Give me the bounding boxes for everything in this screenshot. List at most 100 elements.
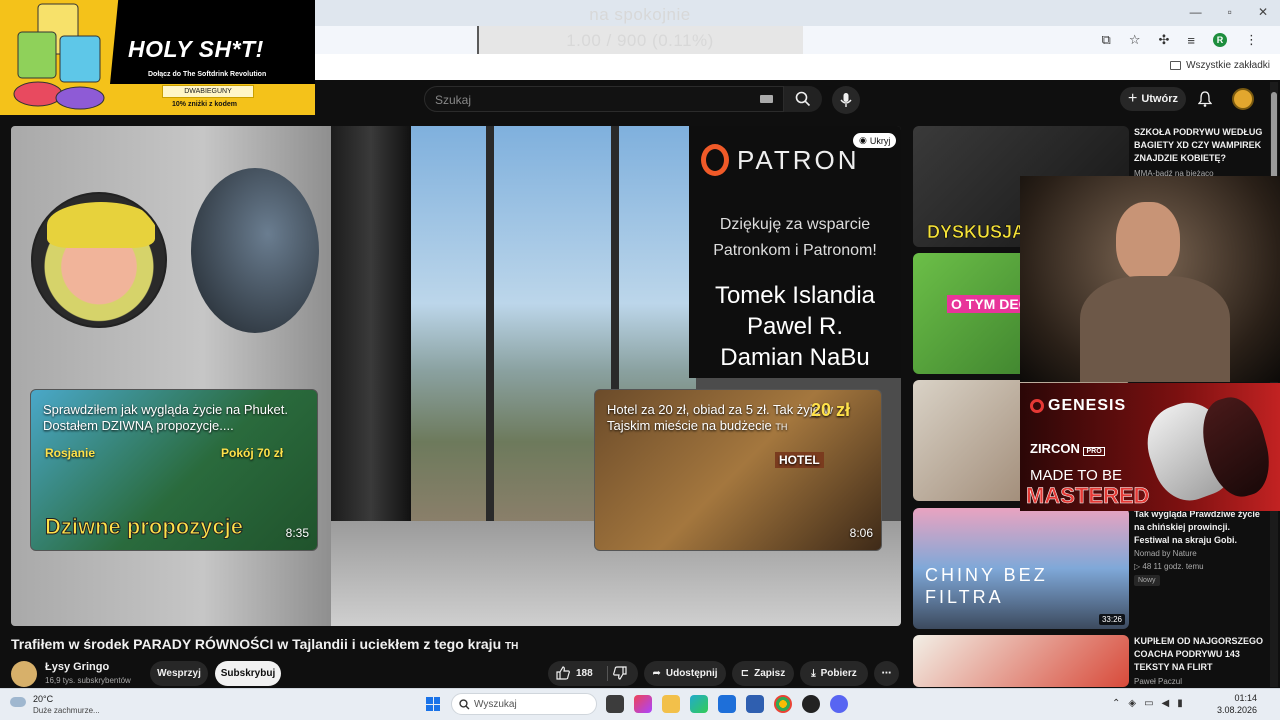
app-icon[interactable]: [802, 695, 820, 713]
chrome-icon[interactable]: [774, 695, 792, 713]
endcard-duration: 8:06: [849, 526, 873, 540]
share-icon: ➦: [652, 668, 661, 679]
discord-icon[interactable]: [830, 695, 848, 713]
start-button[interactable]: [426, 697, 440, 711]
ad-promo-code[interactable]: DWABIEGUNY: [162, 85, 254, 98]
recommendation-thumbnail[interactable]: CHINY BEZ FILTRA 33:26: [913, 508, 1129, 629]
cloud-icon[interactable]: [10, 697, 26, 707]
windows-logo-icon: [426, 697, 433, 704]
patron-logo: PATRON: [701, 144, 859, 176]
recommendation-thumbnail[interactable]: [913, 635, 1129, 687]
taskbar-search-placeholder: Wyszukaj: [474, 699, 517, 710]
profile-avatar[interactable]: R: [1213, 33, 1227, 47]
extensions-icon[interactable]: ✣: [1159, 32, 1170, 48]
windows-logo-icon: [433, 704, 440, 711]
search-button[interactable]: [784, 86, 822, 112]
recommendation-title[interactable]: Tak wygląda Prawdziwe życie na chińskiej…: [1134, 508, 1264, 547]
genesis-logo-icon: [1030, 399, 1044, 413]
file-explorer-icon[interactable]: [662, 695, 680, 713]
battery-icon[interactable]: ▮: [1177, 698, 1183, 709]
eye-off-icon: ◉: [859, 135, 867, 145]
system-tray: ⌃ ◈ ▭ ◀ ▮: [1112, 698, 1183, 709]
all-bookmarks[interactable]: Wszystkie zakładki: [1170, 60, 1270, 71]
taskbar-search[interactable]: Wyszukaj: [451, 693, 597, 715]
genesis-model-name: ZIRCON: [1030, 441, 1080, 456]
genesis-tagline-2: MASTERED: [1026, 483, 1150, 509]
channel-avatar[interactable]: [11, 661, 37, 687]
more-actions-button[interactable]: ⋯: [874, 661, 899, 686]
country-suffix: TH: [505, 641, 519, 652]
notifications-button[interactable]: [1197, 91, 1213, 112]
copilot-icon[interactable]: [634, 695, 652, 713]
thumbnail-text: DYSKUSJA: [927, 222, 1026, 243]
edge-icon[interactable]: [690, 695, 708, 713]
thumbs-up-icon: [556, 666, 570, 680]
keyboard-icon[interactable]: [760, 95, 773, 103]
video-player[interactable]: PATRON Dziękuję za wsparcie Patronkom i …: [11, 126, 901, 626]
download-label: Pobierz: [820, 668, 857, 679]
duration-badge: 33:26: [1098, 614, 1125, 625]
restore-icon[interactable]: ▫: [1228, 5, 1232, 19]
app-icon[interactable]: [746, 695, 764, 713]
recommendation-channel[interactable]: Paweł Paczul: [1134, 677, 1182, 686]
overlay-line-2: 1.00 / 900 (0.11%): [566, 31, 714, 50]
share-button[interactable]: ➦ Udostępnij: [644, 661, 726, 686]
patron-name: Damian NaBu: [720, 344, 870, 371]
host-avatar-circle: [31, 192, 167, 328]
recommendation-title[interactable]: KUPIŁEM OD NAJGORSZEGO COACHA PODRYWU 14…: [1134, 635, 1264, 674]
cast-icon[interactable]: ⧉: [1102, 32, 1111, 48]
host-hat: [47, 202, 155, 248]
account-avatar[interactable]: [1232, 88, 1254, 110]
weather-description[interactable]: Duże zachmurze...: [33, 706, 100, 715]
weather-temperature[interactable]: 20°C: [33, 694, 53, 704]
endcard-caption: Dziwne propozycje: [44, 514, 244, 540]
voice-search-button[interactable]: [832, 86, 860, 114]
new-badge: Nowy: [1134, 575, 1160, 586]
hide-label: Ukryj: [869, 135, 891, 146]
endcard-video[interactable]: Hotel za 20 zł, obiad za 5 zł. Tak żyję …: [594, 389, 882, 551]
search-input[interactable]: Szukaj: [424, 86, 784, 112]
patron-thanks-line-1: Dziękuję za wsparcie: [719, 216, 871, 233]
network-icon[interactable]: ▭: [1144, 698, 1153, 709]
recommendation-channel[interactable]: Nomad by Nature: [1134, 549, 1197, 558]
star-icon[interactable]: ☆: [1129, 32, 1141, 48]
support-button[interactable]: Wesprzyj: [150, 661, 208, 686]
genesis-model: ZIRCON PRO: [1030, 441, 1105, 456]
save-button[interactable]: ⊏ Zapisz: [732, 661, 794, 686]
microphone-icon: [840, 93, 852, 107]
hide-endcards-button[interactable]: ◉ Ukryj: [853, 133, 897, 148]
volume-icon[interactable]: ◀: [1162, 698, 1170, 709]
media-icon[interactable]: ≡: [1187, 33, 1195, 48]
genesis-ad[interactable]: GENESIS ZIRCON PRO MADE TO BE MASTERED: [1020, 383, 1280, 511]
endcard-video[interactable]: Sprawdziłem jak wygląda życie na Phuket.…: [30, 389, 318, 551]
taskbar-clock[interactable]: 01:14 3.08.2026: [1213, 692, 1257, 716]
webcam-face: [1116, 202, 1180, 282]
patron-name: Pawel R.: [746, 313, 844, 340]
minimize-icon[interactable]: —: [1190, 5, 1202, 19]
like-count: 188: [576, 667, 593, 679]
download-button[interactable]: ⤓ Pobierz: [800, 661, 868, 686]
chevron-up-icon[interactable]: ⌃: [1112, 698, 1120, 709]
app-tray-icon[interactable]: ◈: [1128, 698, 1136, 709]
create-button[interactable]: + Utwórz: [1120, 87, 1186, 111]
task-view-icon[interactable]: [606, 695, 624, 713]
subscribe-button[interactable]: Subskrybuj: [215, 661, 281, 686]
ad-product-image: [13, 3, 105, 110]
softdrink-ad[interactable]: HOLY SH*T! Dołącz do The Softdrink Revol…: [0, 0, 315, 115]
recommendation-title[interactable]: SZKOŁA PODRYWU WEDŁUG BAGIETY XD CZY WAM…: [1134, 126, 1264, 165]
patron-name: Tomek Islandia: [714, 282, 876, 309]
patron-thanks-text: Dziękuję za wsparcie Patronkom i Patrono…: [689, 212, 901, 264]
scrollbar-thumb[interactable]: [1271, 92, 1277, 180]
outlook-icon[interactable]: [718, 695, 736, 713]
close-icon[interactable]: ✕: [1258, 5, 1268, 19]
create-label: Utwórz: [1141, 93, 1178, 105]
patron-thanks-line-2: Patronkom i Patronom!: [713, 242, 877, 259]
dislike-button[interactable]: [613, 666, 627, 685]
share-label: Udostępnij: [665, 668, 718, 679]
like-button[interactable]: 188: [556, 666, 593, 680]
recommendation-item[interactable]: KUPIŁEM OD NAJGORSZEGO COACHA PODRYWU 14…: [913, 635, 1265, 687]
windows-logo-icon: [433, 697, 440, 704]
recommendation-item[interactable]: CHINY BEZ FILTRA 33:26 Tak wygląda Prawd…: [913, 508, 1265, 629]
channel-name[interactable]: Łysy Gringo: [45, 661, 109, 673]
browser-menu-icon[interactable]: ⋮: [1245, 32, 1258, 48]
